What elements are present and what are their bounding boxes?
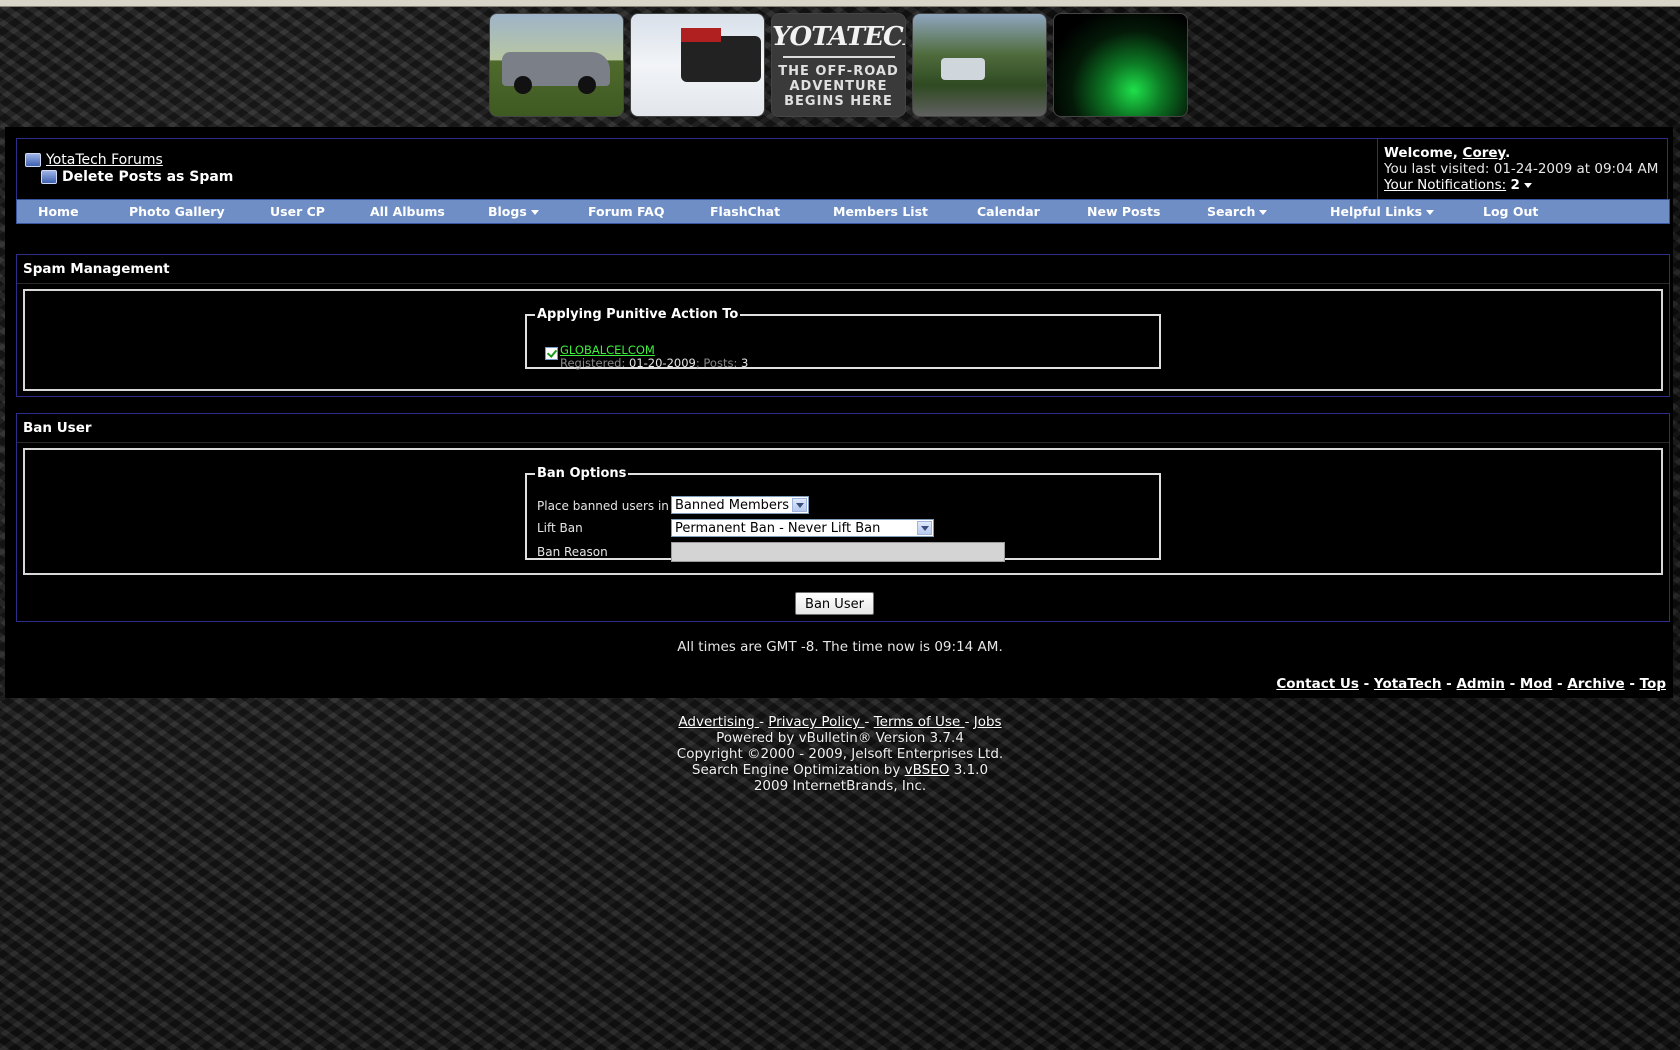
- current-page-icon: [41, 169, 57, 184]
- menu-item-all-albums[interactable]: All Albums: [370, 204, 445, 219]
- banner-photo-forest[interactable]: [912, 13, 1047, 117]
- spam-panel: Applying Punitive Action To GLOBALCELCOM…: [23, 289, 1663, 391]
- welcome-period: .: [1505, 145, 1511, 161]
- browser-top-edge: [0, 0, 1680, 7]
- ban-reason-label: Ban Reason: [537, 545, 608, 559]
- tagline-line-3: BEGINS HERE: [784, 94, 893, 109]
- logo-text: YOTATECH: [772, 22, 905, 52]
- chevron-down-icon[interactable]: [792, 498, 807, 512]
- ban-group-select[interactable]: Banned Members: [671, 496, 809, 514]
- menu-item-search[interactable]: Search: [1207, 204, 1268, 219]
- ban-user-section: Ban User Ban Options Place banned users …: [16, 413, 1670, 622]
- target-user-checkbox[interactable]: [545, 347, 558, 360]
- notifications-count: 2: [1510, 177, 1520, 193]
- tagline-line-1: THE OFF-ROAD: [778, 64, 899, 79]
- advertising-link[interactable]: Advertising: [678, 714, 759, 730]
- menu-item-log-out[interactable]: Log Out: [1483, 204, 1538, 219]
- punitive-action-legend: Applying Punitive Action To: [537, 307, 739, 322]
- notifications-dropdown-icon[interactable]: [1523, 182, 1532, 188]
- banner-photo-snow[interactable]: [630, 13, 765, 117]
- breadcrumb-forum-link[interactable]: YotaTech Forums: [46, 152, 163, 168]
- menu-item-user-cp[interactable]: User CP: [270, 204, 325, 219]
- menu-item-flashchat[interactable]: FlashChat: [710, 204, 780, 219]
- footer-link-top[interactable]: Top: [1640, 676, 1666, 692]
- notifications-link[interactable]: Your Notifications:: [1384, 177, 1506, 193]
- punitive-action-fieldset: Applying Punitive Action To GLOBALCELCOM…: [525, 307, 1161, 370]
- menu-item-new-posts[interactable]: New Posts: [1087, 204, 1160, 219]
- banner-photo-green-lights[interactable]: [1053, 13, 1188, 117]
- ban-group-value: Banned Members: [675, 498, 789, 513]
- last-visited-time: 09:04 AM: [1594, 161, 1659, 177]
- chevron-down-icon: [530, 210, 539, 215]
- target-user: GLOBALCELCOM Registered: 01-20-2009; Pos…: [545, 344, 748, 370]
- ban-options-fieldset: Ban Options Place banned users in to Ban…: [525, 466, 1161, 562]
- copyright-block: Advertising - Privacy Policy - Terms of …: [0, 714, 1680, 794]
- page-title: Delete Posts as Spam: [62, 168, 234, 185]
- lift-ban-value: Permanent Ban - Never Lift Ban: [675, 521, 881, 536]
- footer-link-mod[interactable]: Mod: [1520, 676, 1552, 692]
- last-visited-at: at: [1572, 161, 1595, 177]
- lift-ban-select[interactable]: Permanent Ban - Never Lift Ban: [671, 519, 934, 537]
- tagline-line-2: ADVENTURE: [789, 79, 888, 94]
- registered-date: 01-20-2009: [629, 356, 696, 370]
- navbar: YotaTech Forums Delete Posts as Spam Wel…: [16, 138, 1668, 200]
- ban-options-legend: Ban Options: [537, 466, 627, 481]
- ban-panel: Ban Options Place banned users in to Ban…: [23, 448, 1663, 575]
- menu-item-helpful-links[interactable]: Helpful Links: [1330, 204, 1435, 219]
- breadcrumb: YotaTech Forums Delete Posts as Spam: [25, 151, 233, 185]
- current-time: 09:14 AM: [934, 639, 999, 655]
- terms-of-use-link[interactable]: Terms of Use: [874, 714, 965, 730]
- menu-item-members-list[interactable]: Members List: [833, 204, 928, 219]
- registered-label: Registered:: [560, 356, 626, 370]
- lift-ban-label: Lift Ban: [537, 521, 583, 535]
- last-visited-date: 01-24-2009: [1493, 161, 1573, 177]
- welcome-panel: Welcome, Corey. You last visited: 01-24-…: [1377, 139, 1667, 199]
- footer-link-yotatech[interactable]: YotaTech: [1374, 676, 1442, 692]
- welcome-greeting: Welcome,: [1384, 145, 1463, 161]
- username-link[interactable]: Corey: [1463, 145, 1506, 161]
- last-visited-prefix: You last visited:: [1384, 161, 1494, 177]
- posts-count: 3: [740, 356, 749, 370]
- timezone-notice: All times are GMT -8. The time now is 09…: [677, 639, 1003, 655]
- site-logo[interactable]: YOTATECH THE OFF-ROAD ADVENTURE BEGINS H…: [771, 13, 906, 117]
- ban-group-label: Place banned users in to: [537, 499, 685, 513]
- ban-section-title: Ban User: [17, 414, 1669, 443]
- footer-link-contact-us[interactable]: Contact Us: [1276, 676, 1359, 692]
- menu-item-forum-faq[interactable]: Forum FAQ: [588, 204, 664, 219]
- banner-photo-truck[interactable]: [489, 13, 624, 117]
- menu-item-calendar[interactable]: Calendar: [977, 204, 1040, 219]
- footer-link-admin[interactable]: Admin: [1456, 676, 1504, 692]
- footer-link-archive[interactable]: Archive: [1567, 676, 1624, 692]
- forum-home-icon[interactable]: [25, 152, 41, 167]
- company-text: 2009 InternetBrands, Inc.: [753, 778, 927, 794]
- ban-user-button[interactable]: Ban User: [795, 592, 874, 615]
- chevron-down-icon: [1259, 210, 1268, 215]
- ban-reason-input[interactable]: [671, 542, 1005, 562]
- powered-by-text: Powered by vBulletin® Version 3.7.4: [716, 730, 964, 746]
- copyright-text: Copyright ©2000 - 2009, Jelsoft Enterpri…: [676, 746, 1004, 762]
- main-menu: Home Photo Gallery User CP All Albums Bl…: [16, 199, 1670, 224]
- menu-item-photo-gallery[interactable]: Photo Gallery: [129, 204, 225, 219]
- privacy-policy-link[interactable]: Privacy Policy: [768, 714, 864, 730]
- menu-item-home[interactable]: Home: [38, 204, 79, 219]
- footer-links: Contact Us - YotaTech - Admin - Mod - Ar…: [1272, 676, 1668, 694]
- jobs-link[interactable]: Jobs: [974, 714, 1002, 730]
- posts-label: Posts:: [703, 356, 738, 370]
- chevron-down-icon[interactable]: [917, 521, 932, 535]
- header-banner[interactable]: YOTATECH THE OFF-ROAD ADVENTURE BEGINS H…: [489, 13, 1189, 117]
- spam-management-section: Spam Management Applying Punitive Action…: [16, 254, 1670, 397]
- spam-section-title: Spam Management: [17, 255, 1669, 284]
- chevron-down-icon: [1426, 210, 1435, 215]
- menu-item-blogs[interactable]: Blogs: [488, 204, 539, 219]
- vbseo-link[interactable]: vBSEO: [905, 762, 950, 778]
